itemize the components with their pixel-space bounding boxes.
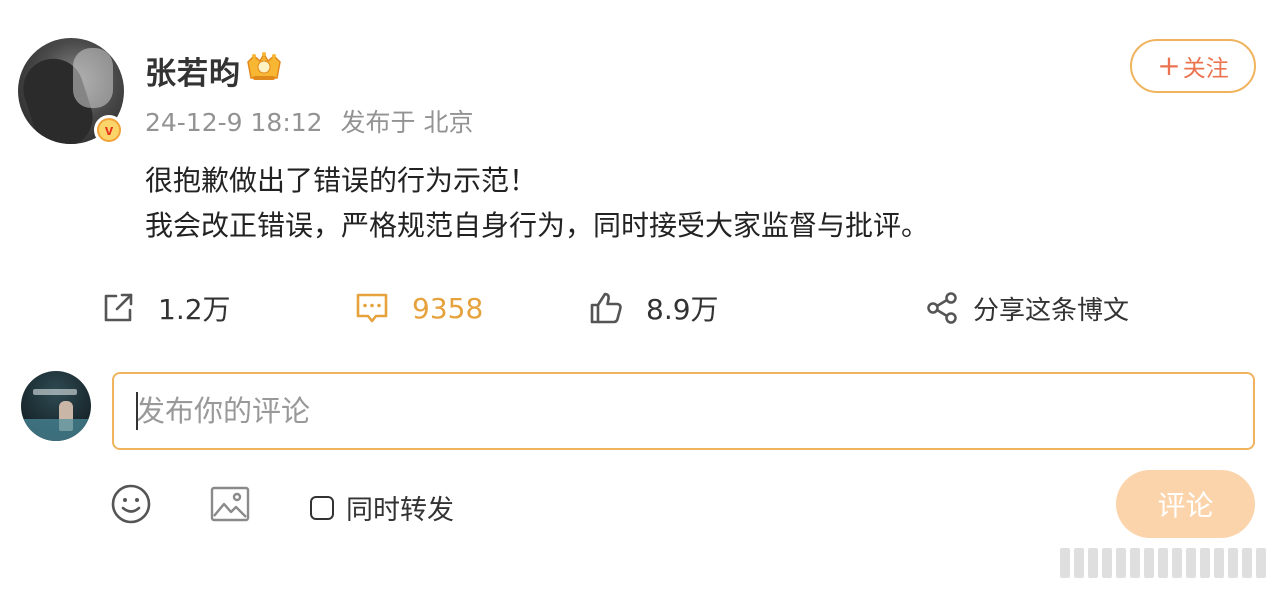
vip-crown-icon[interactable]	[244, 52, 284, 84]
like-count: 8.9万	[646, 293, 719, 326]
emoji-icon[interactable]	[110, 483, 152, 525]
comment-icon	[356, 293, 388, 323]
repost-label: 同时转发	[346, 495, 454, 526]
checkbox-box[interactable]	[310, 495, 334, 520]
watermark-decoration	[1060, 548, 1270, 578]
post-text-line: 我会改正错误，严格规范自身行为，同时接受大家监督与批评。	[145, 209, 930, 242]
submit-comment-button[interactable]: 评论	[1116, 470, 1255, 538]
follow-plus-icon: +	[1157, 49, 1181, 82]
forward-count: 1.2万	[158, 293, 231, 326]
forward-icon	[104, 293, 133, 322]
author-name[interactable]: 张若昀	[145, 48, 241, 93]
avatar-sign	[33, 389, 77, 395]
verified-mark: v	[99, 120, 119, 140]
share-button[interactable]: 分享这条博文	[925, 286, 1129, 330]
current-user-avatar[interactable]	[21, 371, 91, 441]
comment-count: 9358	[412, 291, 484, 325]
post-meta: 24-12-9 18:12 发布于 北京	[145, 103, 483, 139]
follow-label: 关注	[1182, 56, 1229, 82]
follow-button[interactable]: + 关注	[1130, 39, 1256, 93]
verified-v-icon: v	[94, 115, 124, 145]
post-source: 发布于 北京	[340, 108, 474, 137]
text-caret	[136, 392, 138, 430]
post-time[interactable]: 24-12-9 18:12	[145, 108, 323, 137]
post-content: 很抱歉做出了错误的行为示范！ 我会改正错误，严格规范自身行为，同时接受大家监督与…	[145, 158, 929, 248]
repost-checkbox[interactable]: 同时转发	[310, 488, 454, 527]
weibo-post-page: v 张若昀 24-12-9 18:12 发布于 北京 + 关注 很抱歉做出了错误…	[0, 0, 1284, 592]
share-label: 分享这条博文	[973, 295, 1130, 326]
share-icon	[927, 292, 957, 324]
post-text-line: 很抱歉做出了错误的行为示范！	[145, 164, 538, 197]
comment-button[interactable]: 9358	[354, 286, 483, 330]
avatar-floor	[21, 419, 91, 441]
image-icon[interactable]	[209, 484, 251, 524]
comment-input[interactable]	[112, 372, 1255, 450]
avatar-highlight	[73, 48, 113, 108]
thumbs-up-icon	[590, 292, 622, 324]
like-button[interactable]: 8.9万	[588, 286, 719, 330]
forward-button[interactable]: 1.2万	[100, 286, 231, 330]
